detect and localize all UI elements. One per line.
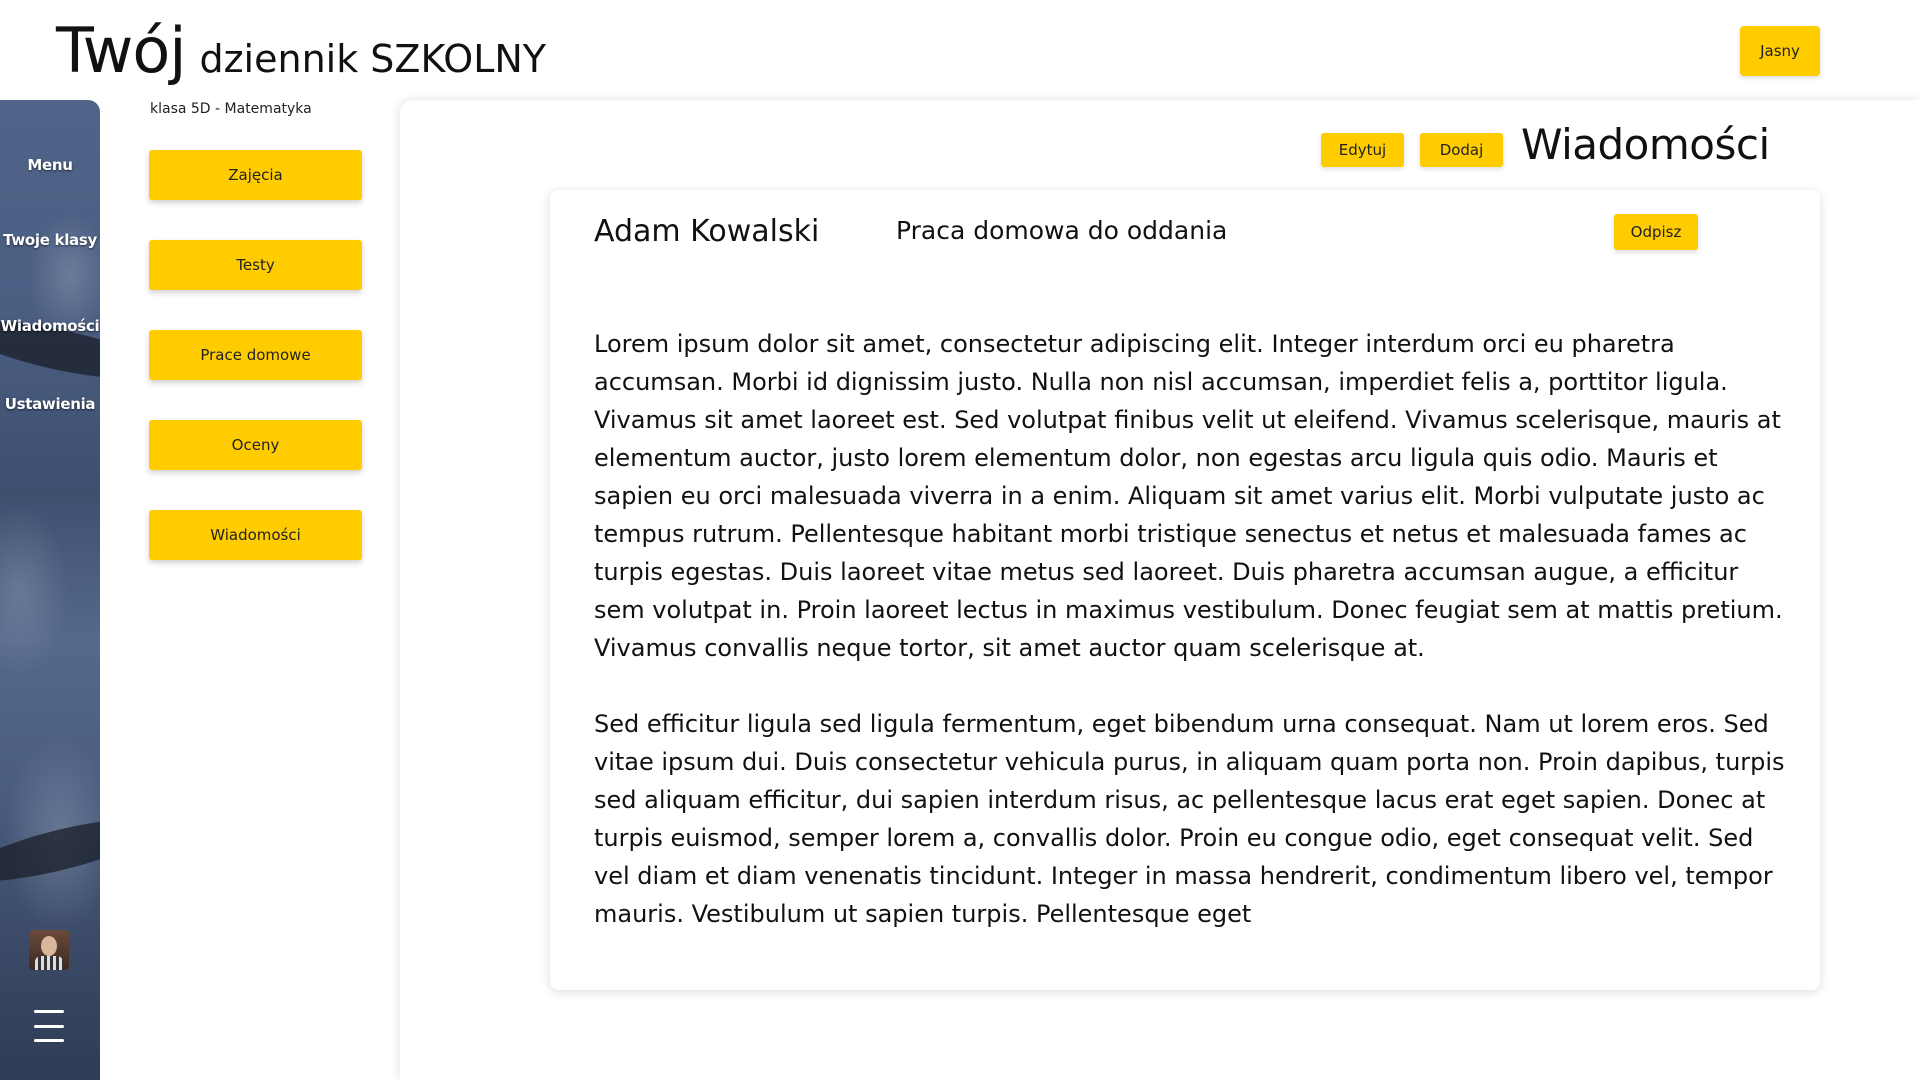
class-menu-testy-button[interactable]: Testy (149, 240, 362, 290)
app-title: Twój dziennik SZKOLNY (56, 14, 546, 87)
avatar-shirt (35, 956, 63, 970)
class-menu-wiadomosci-button[interactable]: Wiadomości (149, 510, 362, 560)
class-label: klasa 5D - Matematyka (150, 101, 312, 117)
theme-toggle-button[interactable]: Jasny (1740, 26, 1820, 76)
message-sender: Adam Kowalski (594, 214, 820, 249)
app-root: Twój dziennik SZKOLNY Jasny Menu Twoje k… (0, 0, 1920, 1080)
sidebar: Menu Twoje klasy Wiadomości Ustawienia (0, 100, 100, 1080)
class-menu-prace-domowe-button[interactable]: Prace domowe (149, 330, 362, 380)
message-card: Adam Kowalski Praca domowa do oddania Od… (550, 190, 1820, 990)
sidebar-item-menu[interactable]: Menu (0, 156, 100, 174)
sidebar-item-twoje-klasy[interactable]: Twoje klasy (0, 231, 100, 249)
message-paragraph: Lorem ipsum dolor sit amet, consectetur … (594, 330, 1783, 662)
user-avatar-icon[interactable] (29, 930, 69, 970)
message-paragraph: Sed efficitur ligula sed ligula fermentu… (594, 710, 1785, 928)
hamburger-line (34, 1024, 64, 1028)
sidebar-item-wiadomosci[interactable]: Wiadomości (0, 317, 100, 335)
reply-button[interactable]: Odpisz (1614, 214, 1698, 250)
avatar-face (41, 936, 57, 956)
class-menu-zajecia-button[interactable]: Zajęcia (149, 150, 362, 200)
message-subject: Praca domowa do oddania (896, 216, 1228, 245)
hamburger-line (34, 1039, 64, 1042)
sidebar-background-road (0, 806, 100, 894)
edit-button[interactable]: Edytuj (1321, 133, 1404, 167)
hamburger-line (34, 1010, 64, 1013)
add-button[interactable]: Dodaj (1420, 133, 1503, 167)
hamburger-icon[interactable] (34, 1010, 64, 1042)
page-title: Wiadomości (1521, 120, 1770, 169)
app-title-main: Twój (56, 14, 186, 87)
class-menu-oceny-button[interactable]: Oceny (149, 420, 362, 470)
message-body: Lorem ipsum dolor sit amet, consectetur … (594, 325, 1794, 971)
app-title-sub: dziennik SZKOLNY (199, 37, 547, 81)
sidebar-item-ustawienia[interactable]: Ustawienia (0, 395, 100, 413)
